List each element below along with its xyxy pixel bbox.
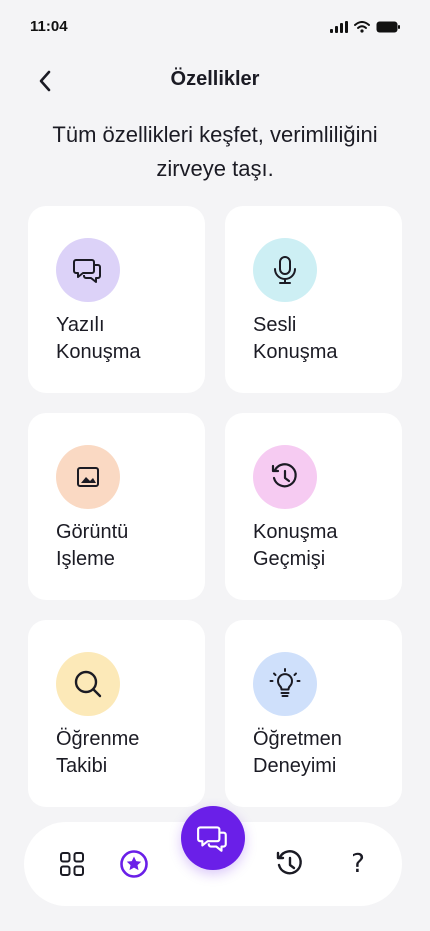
nav-item-features[interactable]	[118, 848, 150, 880]
status-icons	[330, 20, 400, 38]
feature-label-line: Konuşma	[253, 341, 338, 363]
feature-label-line: Konuşma	[56, 341, 141, 363]
nav-item-help[interactable]: ?	[342, 848, 374, 880]
history-icon	[271, 463, 297, 488]
feature-label-line: Görüntü	[56, 521, 129, 543]
feature-label: Öğretmen Deneyimi	[253, 726, 386, 780]
feature-icon-circle	[56, 445, 120, 509]
feature-label-line: Konuşma	[253, 521, 338, 543]
microphone-icon	[274, 256, 296, 284]
feature-label-line: Sesli	[253, 314, 297, 336]
page-subtitle: Tüm özellikleri keşfet, verimliliğini zi…	[52, 122, 378, 181]
feature-label: Yazılı Konuşma	[56, 312, 189, 366]
feature-card-text-chat[interactable]: Yazılı Konuşma	[28, 206, 205, 393]
apps-grid-icon	[60, 852, 84, 876]
feature-label-line: Yazılı	[56, 314, 105, 336]
feature-label-line: Işleme	[56, 548, 115, 570]
search-icon	[74, 670, 102, 698]
feature-card-learning-tracking[interactable]: Öğrenme Takibi	[28, 620, 205, 807]
feature-card-chat-history[interactable]: Konuşma Geçmişi	[225, 413, 402, 600]
feature-card-teacher-experience[interactable]: Öğretmen Deneyimi	[225, 620, 402, 807]
status-bar: 11:04	[0, 0, 430, 56]
chat-fab-icon	[197, 826, 227, 852]
help-icon: ?	[351, 849, 365, 879]
feature-card-image-processing[interactable]: Görüntü Işleme	[28, 413, 205, 600]
feature-icon-circle	[253, 652, 317, 716]
lightbulb-icon	[269, 668, 301, 697]
feature-grid: Yazılı Konuşma Sesli Konuşma Görüntü Işl…	[28, 206, 402, 807]
star-badge-icon	[120, 850, 148, 878]
chat-bubbles-icon	[73, 259, 101, 283]
feature-card-voice-chat[interactable]: Sesli Konuşma	[225, 206, 402, 393]
image-icon	[77, 467, 99, 487]
wifi-icon	[354, 20, 370, 38]
feature-label-line: Öğretmen	[253, 728, 342, 750]
feature-label: Görüntü Işleme	[56, 519, 189, 573]
chat-fab-button[interactable]	[181, 806, 245, 870]
feature-icon-circle	[56, 238, 120, 302]
feature-label-line: Geçmişi	[253, 548, 326, 570]
status-time: 11:04	[30, 18, 68, 35]
feature-label-line: Takibi	[56, 755, 108, 777]
nav-item-apps[interactable]	[56, 848, 88, 880]
feature-icon-circle	[253, 445, 317, 509]
feature-label: Öğrenme Takibi	[56, 726, 189, 780]
page-title: Özellikler	[170, 68, 260, 90]
feature-label-line: Deneyimi	[253, 755, 337, 777]
battery-icon	[376, 20, 400, 38]
feature-label: Konuşma Geçmişi	[253, 519, 386, 573]
feature-label-line: Öğrenme	[56, 728, 140, 750]
signal-icon	[330, 20, 348, 38]
feature-label: Sesli Konuşma	[253, 312, 386, 366]
feature-icon-circle	[253, 238, 317, 302]
feature-icon-circle	[56, 652, 120, 716]
nav-item-history[interactable]	[274, 848, 306, 880]
history-icon	[276, 850, 302, 875]
header: Özellikler	[0, 56, 430, 104]
